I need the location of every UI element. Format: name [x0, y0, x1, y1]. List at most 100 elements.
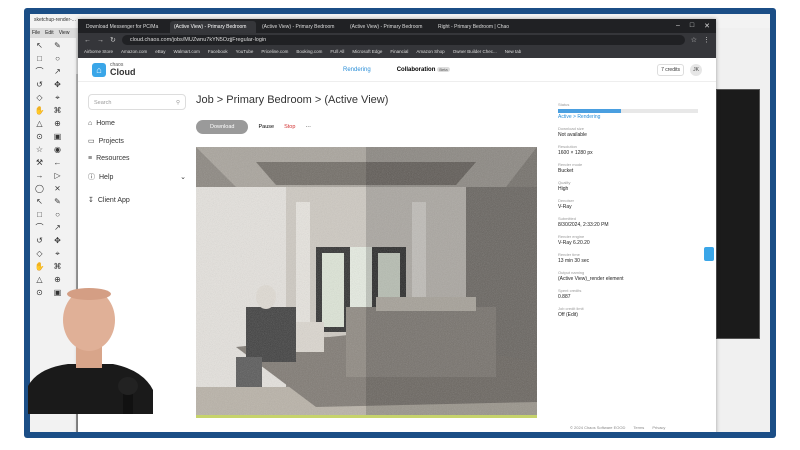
back-icon[interactable]: ← [84, 37, 91, 44]
url-field[interactable]: cloud.chaos.com/jobs/MUZwnu7kYN5OzjjFreg… [121, 35, 685, 45]
sidebar-item-help[interactable]: ⓘ Help ⌄ [88, 172, 186, 182]
sketchup-tool-icon[interactable]: ↺ [33, 235, 46, 246]
sketchup-tool-icon[interactable]: ✋ [33, 261, 46, 272]
more-button[interactable]: ··· [305, 124, 311, 130]
sketchup-tool-icon[interactable]: □ [33, 53, 46, 64]
sketchup-tool-icon[interactable]: ↺ [33, 79, 46, 90]
menu-edit[interactable]: Edit [45, 30, 54, 36]
sketchup-tool-icon[interactable]: ▷ [51, 170, 64, 181]
sketchup-tool-icon[interactable]: ⌘ [51, 105, 64, 116]
copyright: © 2024 Chaos Software EOOD [570, 425, 626, 430]
forward-icon[interactable]: → [97, 37, 104, 44]
tab-right-bedroom[interactable]: Right - Primary Bedroom | Chao [434, 21, 520, 33]
stop-button[interactable]: Stop [284, 124, 295, 130]
sidebar-item-projects[interactable]: ▭ Projects [88, 137, 186, 146]
credits-badge[interactable]: 7 credits [657, 63, 684, 76]
vray-frame-buffer[interactable] [716, 89, 760, 339]
bookmark-item[interactable]: Owner Builder Chec... [453, 49, 497, 56]
bookmark-item[interactable]: Financial [390, 49, 408, 56]
sketchup-tool-icon[interactable]: ⊕ [51, 274, 64, 285]
sketchup-tool-icon[interactable]: ⌒ [33, 66, 46, 77]
sketchup-tool-icon[interactable]: ↖ [33, 40, 46, 51]
privacy-link[interactable]: Privacy [652, 425, 665, 430]
pause-button[interactable]: Pause [258, 124, 274, 130]
sketchup-tool-icon[interactable]: ← [51, 157, 64, 168]
bookmark-item[interactable]: YouTube [236, 49, 254, 56]
bookmark-item[interactable]: Facebook [208, 49, 228, 56]
sketchup-tool-icon[interactable]: ⨯ [51, 183, 64, 194]
sketchup-tool-icon[interactable]: ✥ [51, 235, 64, 246]
sketchup-tool-icon[interactable]: ◇ [33, 92, 46, 103]
menu-file[interactable]: File [32, 30, 40, 36]
avatar[interactable]: JK [690, 63, 702, 76]
sketchup-tool-icon[interactable]: ✎ [51, 40, 64, 51]
bookmark-item[interactable]: New tab [505, 49, 522, 56]
sketchup-tool-icon[interactable]: □ [33, 209, 46, 220]
sketchup-tool-icon[interactable]: ↗ [51, 222, 64, 233]
menu-dots-icon[interactable]: ⋮ [703, 36, 710, 44]
sketchup-tool-icon[interactable]: ⌖ [51, 92, 64, 103]
close-icon[interactable]: ✕ [704, 22, 710, 30]
sketchup-tool-icon[interactable]: ↗ [51, 66, 64, 77]
sketchup-tool-icon[interactable]: ⊕ [51, 118, 64, 129]
sketchup-tool-icon[interactable]: ⊙ [33, 131, 46, 142]
detail-value: 1600 × 1280 px [558, 150, 593, 156]
bookmark-item[interactable]: Amazon Shop [416, 49, 444, 56]
chaos-cloud-logo[interactable]: ⌂ chaos Cloud [92, 62, 136, 77]
sketchup-tool-icon[interactable]: ⌘ [51, 261, 64, 272]
sketchup-tool-icon[interactable]: ◯ [33, 183, 46, 194]
sidebar-item-resources[interactable]: ≡ Resources [88, 155, 186, 162]
nav-rendering[interactable]: Rendering [343, 67, 371, 73]
tab-active-view-1[interactable]: (Active View) - Primary Bedroom [170, 21, 256, 33]
home-icon: ⌂ [88, 120, 93, 127]
detail-value: V-Ray 6.20.20 [558, 240, 590, 246]
minimize-icon[interactable]: – [676, 22, 680, 30]
search-input[interactable]: Search ⚲ [88, 94, 186, 110]
sidebar-item-home[interactable]: ⌂ Home [88, 120, 186, 127]
star-icon[interactable]: ☆ [691, 36, 697, 44]
menu-view[interactable]: View [59, 30, 70, 36]
sketchup-tool-icon[interactable]: ✋ [33, 105, 46, 116]
sketchup-tool-icon[interactable]: △ [33, 274, 46, 285]
bookmark-item[interactable]: Airborne Store [84, 49, 113, 56]
detail-value: 8/30/2024, 2:33:20 PM [558, 222, 609, 228]
sketchup-tool-icon[interactable]: ◉ [51, 144, 64, 155]
detail-label: Spent credits [558, 288, 582, 293]
sketchup-tool-icon[interactable]: ⚒ [33, 157, 46, 168]
sketchup-tool-icon[interactable]: ☆ [33, 144, 46, 155]
render-preview[interactable] [196, 147, 537, 418]
bookmark-item[interactable]: FUll All [330, 49, 344, 56]
detail-label: Render mode [558, 162, 583, 167]
bookmark-item[interactable]: Microsoft Edge [352, 49, 382, 56]
bookmark-item[interactable]: eBay [155, 49, 165, 56]
sketchup-tool-icon[interactable]: ▣ [51, 131, 64, 142]
sketchup-tool-icon[interactable]: ⌖ [51, 248, 64, 259]
sketchup-tool-icon[interactable]: ✎ [51, 196, 64, 207]
sidebar-item-client-app[interactable]: ↧ Client App [88, 196, 186, 205]
sketchup-tool-icon[interactable]: ○ [51, 53, 64, 64]
sketchup-tool-icon[interactable]: ◇ [33, 248, 46, 259]
sketchup-tool-icon[interactable]: △ [33, 118, 46, 129]
sketchup-tool-icon[interactable]: ○ [51, 209, 64, 220]
sketchup-tool-icon[interactable]: ✥ [51, 79, 64, 90]
sketchup-tool-icon[interactable]: ⌒ [33, 222, 46, 233]
bookmark-item[interactable]: Priceline.com [261, 49, 288, 56]
tab-active-view-3[interactable]: (Active View) - Primary Bedroom [346, 21, 432, 33]
bookmark-item[interactable]: Amazon.com [121, 49, 147, 56]
terms-link[interactable]: Terms [633, 425, 644, 430]
sidebar-label: Client App [97, 196, 130, 204]
download-button[interactable]: Download [196, 120, 249, 134]
feedback-tab[interactable] [704, 247, 714, 261]
tab-active-view-2[interactable]: (Active View) - Primary Bedroom [258, 21, 344, 33]
nav-collaboration[interactable]: Collaboration Beta [397, 66, 450, 73]
sketchup-tool-icon[interactable]: → [33, 170, 46, 181]
app-header: ⌂ chaos Cloud Rendering Collaboration Beta… [78, 58, 716, 82]
reload-icon[interactable]: ↻ [110, 36, 116, 44]
bookmark-item[interactable]: Walmart.com [174, 49, 200, 56]
detail-value[interactable]: Off (Edit) [558, 312, 698, 318]
sketchup-tool-icon[interactable]: ↖ [33, 196, 46, 207]
tab-messenger[interactable]: Download Messenger for PC/Ma [82, 21, 168, 33]
maximize-icon[interactable]: □ [690, 22, 694, 30]
bookmark-item[interactable]: Booking.com [296, 49, 322, 56]
detail-label: Render time [558, 252, 580, 257]
